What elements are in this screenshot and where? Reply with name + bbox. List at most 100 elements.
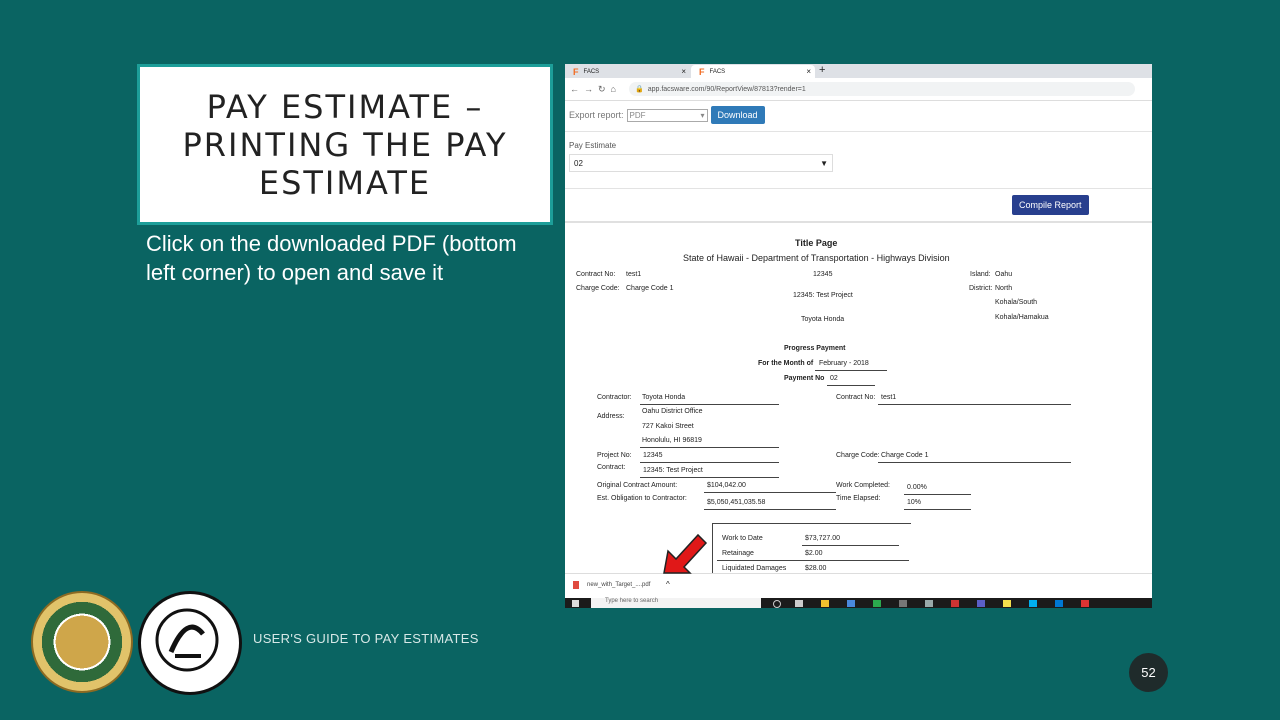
underline xyxy=(878,462,1071,463)
label: Address: xyxy=(597,413,625,420)
label: Contract: xyxy=(597,464,626,471)
outlook-icon[interactable] xyxy=(1055,600,1063,607)
label: Est. Obligation to Contractor: xyxy=(597,495,687,502)
taskbar: Type here to search xyxy=(565,598,1152,608)
label: For the Month of xyxy=(758,360,814,367)
report-document: Title Page State of Hawaii - Department … xyxy=(565,221,1152,579)
teams-icon[interactable] xyxy=(977,600,985,607)
underline xyxy=(640,447,779,448)
label: Charge Code: xyxy=(836,452,880,459)
underline xyxy=(904,509,971,510)
underline xyxy=(904,494,971,495)
facs-logo-icon: F xyxy=(573,66,579,77)
slide-title-box: PAY ESTIMATE – PRINTING THE PAY ESTIMATE xyxy=(137,64,553,225)
windows-start-icon[interactable] xyxy=(572,600,579,607)
lock-icon: 🔒 xyxy=(634,86,644,93)
tab-facs-1[interactable]: F FACS × xyxy=(565,65,690,78)
value: 12345 xyxy=(813,271,833,278)
state-of-hawaii-seal xyxy=(31,591,133,693)
task-view-icon[interactable] xyxy=(795,600,803,607)
label: Island: xyxy=(970,271,991,278)
facs-logo-icon: F xyxy=(699,66,705,77)
new-tab-button[interactable]: + xyxy=(819,64,825,76)
underline xyxy=(640,462,779,463)
label: Contract No: xyxy=(836,394,876,401)
pay-estimate-value: 02 xyxy=(574,158,583,168)
progress-heading: Progress Payment xyxy=(784,345,846,352)
chevron-down-icon: ▼ xyxy=(820,158,828,168)
download-bar: new_with_Target_....pdf ^ xyxy=(565,573,1152,599)
close-icon[interactable]: × xyxy=(681,67,686,76)
page-number: 52 xyxy=(1129,653,1168,692)
sticky-notes-icon[interactable] xyxy=(1003,600,1011,607)
search-icon[interactable] xyxy=(773,600,781,608)
slide-title: PAY ESTIMATE – PRINTING THE PAY ESTIMATE xyxy=(182,87,508,202)
value: $73,727.00 xyxy=(805,535,841,542)
value: Oahu xyxy=(995,271,1013,278)
export-format-select[interactable]: PDF ▾ xyxy=(626,108,708,122)
value: Toyota Honda xyxy=(801,316,845,323)
value: $28.00 xyxy=(805,565,827,572)
divider xyxy=(565,131,1152,132)
footer-text: USER'S GUIDE TO PAY ESTIMATES xyxy=(253,631,479,646)
value: Charge Code 1 xyxy=(881,452,929,459)
underline xyxy=(802,545,899,546)
edge-icon[interactable] xyxy=(873,600,881,607)
label: Retainage xyxy=(722,550,754,557)
value: 10% xyxy=(907,499,922,506)
url-field[interactable]: 🔒 app.facsware.com/90/ReportView/87813?r… xyxy=(628,82,1135,96)
skype-icon[interactable] xyxy=(1029,600,1037,607)
value: $5,050,451,035.58 xyxy=(707,499,766,506)
value: Oahu District Office xyxy=(642,408,703,415)
chrome-icon[interactable] xyxy=(847,600,855,607)
label: Work to Date xyxy=(722,535,763,542)
taskbar-search-field[interactable]: Type here to search xyxy=(591,598,761,608)
address-bar: ←→↻⌂ 🔒 app.facsware.com/90/ReportView/87… xyxy=(565,78,1152,101)
value: $104,042.00 xyxy=(707,482,746,489)
underline xyxy=(640,404,779,405)
doc-subtitle: State of Hawaii - Department of Transpor… xyxy=(683,253,950,263)
red-arrow-icon xyxy=(663,533,708,574)
export-label: Export report: xyxy=(569,110,624,120)
value: Kohala/South xyxy=(995,299,1038,306)
label: Work Completed: xyxy=(836,482,890,489)
label: Charge Code: xyxy=(576,285,620,292)
value: test1 xyxy=(881,394,897,401)
folder-icon[interactable] xyxy=(821,600,829,607)
nav-icons[interactable]: ←→↻⌂ xyxy=(570,84,621,95)
chevron-down-icon: ▾ xyxy=(700,110,705,120)
value: Toyota Honda xyxy=(642,394,686,401)
close-icon[interactable]: × xyxy=(806,67,811,76)
download-button[interactable]: Download xyxy=(710,106,765,124)
label: Project No: xyxy=(597,452,632,459)
value: Charge Code 1 xyxy=(626,285,674,292)
dot-emblem-icon xyxy=(155,608,219,672)
label: Contract No: xyxy=(576,271,616,278)
value: Kohala/Hamakua xyxy=(995,314,1049,321)
underline xyxy=(717,560,909,561)
export-row: Export report: PDF ▾ Download xyxy=(569,106,765,124)
instruction-text: Click on the downloaded PDF (bottom left… xyxy=(146,231,517,285)
downloaded-file-name: new_with_Target_....pdf xyxy=(587,582,651,588)
chevron-up-icon[interactable]: ^ xyxy=(666,580,670,589)
value: 12345: Test Project xyxy=(643,467,703,474)
tab-label: FACS xyxy=(583,68,600,75)
pay-estimate-select[interactable]: 02 ▼ xyxy=(569,154,833,172)
acrobat-icon[interactable] xyxy=(951,600,959,607)
app-icon[interactable] xyxy=(925,600,933,607)
search-placeholder: Type here to search xyxy=(605,598,659,604)
terminal-icon[interactable] xyxy=(899,600,907,607)
tab-label: FACS xyxy=(709,68,726,75)
value: 0.00% xyxy=(907,484,927,491)
app-icon[interactable] xyxy=(1081,600,1089,607)
browser-screenshot: F FACS × F FACS × + ←→↻⌂ 🔒 app.facsware.… xyxy=(565,64,1152,608)
value: North xyxy=(995,285,1013,292)
underline xyxy=(640,477,779,478)
url-text: app.facsware.com/90/ReportView/87813?ren… xyxy=(647,85,806,93)
compile-report-button[interactable]: Compile Report xyxy=(1012,195,1089,215)
value: $2.00 xyxy=(805,550,823,557)
underline xyxy=(704,509,836,510)
tab-facs-2[interactable]: F FACS × xyxy=(691,65,815,78)
department-of-transportation-logo xyxy=(138,591,242,695)
value: 12345: Test Project xyxy=(793,292,853,299)
